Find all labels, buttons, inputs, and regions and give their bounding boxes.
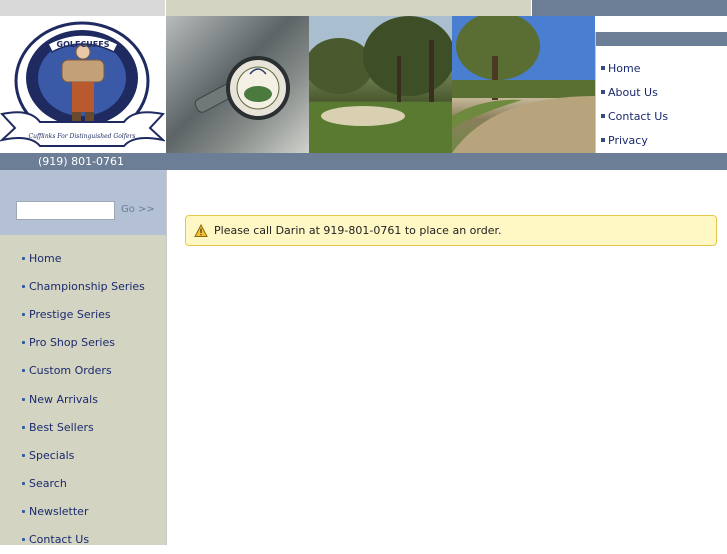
top-nav-item-home[interactable]: Home	[601, 56, 668, 80]
golf-course-photo-bunker	[305, 16, 455, 153]
bullet-square-icon	[601, 114, 605, 118]
golf-course-photo-fairway	[452, 12, 595, 153]
bullet-square-icon	[601, 66, 605, 70]
top-bar-segment-middle	[166, 0, 531, 16]
bullet-dot-icon	[22, 510, 25, 514]
sidebar-item-contact-us[interactable]: Contact Us	[22, 526, 145, 554]
logo-tagline: Cufflinks For Distinguished Golfers	[29, 133, 136, 140]
top-nav-label: Home	[608, 61, 641, 75]
sidebar-item-new-arrivals[interactable]: New Arrivals	[22, 385, 145, 413]
header-banner: GOLFCUFFS Cufflinks For Distinguished Go…	[0, 12, 727, 169]
order-notice: Please call Darin at 919-801-0761 to pla…	[185, 215, 717, 246]
top-color-bar	[0, 0, 727, 16]
sidebar-item-custom-orders[interactable]: Custom Orders	[22, 357, 145, 385]
sidebar-item-label: Newsletter	[29, 505, 89, 519]
logo-wordmark: GOLFCUFFS	[57, 40, 110, 49]
bullet-dot-icon	[22, 397, 25, 401]
search-box: Go >>	[0, 170, 166, 235]
sidebar-item-pro-shop-series[interactable]: Pro Shop Series	[22, 329, 145, 357]
bullet-dot-icon	[22, 341, 25, 345]
sidebar-item-home[interactable]: Home	[22, 244, 145, 272]
sidebar-item-label: Pro Shop Series	[29, 336, 115, 350]
sidebar-item-label: Specials	[29, 448, 75, 462]
search-input[interactable]	[16, 201, 115, 220]
top-navigation: Home About Us Contact Us Privacy	[595, 32, 727, 169]
sidebar-item-newsletter[interactable]: Newsletter	[22, 498, 145, 526]
sidebar-item-championship-series[interactable]: Championship Series	[22, 272, 145, 300]
sidebar-item-label: Championship Series	[29, 279, 145, 293]
sidebar-divider	[166, 170, 167, 545]
top-nav-label: Privacy	[608, 133, 648, 147]
notice-message: Please call Darin at 919-801-0761 to pla…	[214, 224, 502, 237]
phone-number: (919) 801-0761	[38, 155, 125, 168]
bullet-dot-icon	[22, 538, 25, 542]
bullet-dot-icon	[22, 284, 25, 288]
top-nav-label: About Us	[608, 85, 658, 99]
bullet-dot-icon	[22, 312, 25, 316]
top-nav-item-privacy[interactable]: Privacy	[601, 128, 668, 152]
sidebar: Go >> Home Championship Series Prestige …	[0, 170, 166, 546]
bullet-square-icon	[601, 90, 605, 94]
bullet-dot-icon	[22, 453, 25, 457]
golfcuffs-logo[interactable]: GOLFCUFFS Cufflinks For Distinguished Go…	[0, 16, 167, 153]
logo-graphic: GOLFCUFFS Cufflinks For Distinguished Go…	[0, 21, 167, 147]
sidebar-item-prestige-series[interactable]: Prestige Series	[22, 300, 145, 328]
sidebar-item-label: Best Sellers	[29, 420, 94, 434]
top-nav-item-contact-us[interactable]: Contact Us	[601, 104, 668, 128]
warning-icon	[194, 223, 208, 237]
sidebar-item-best-sellers[interactable]: Best Sellers	[22, 413, 145, 441]
sidebar-item-label: New Arrivals	[29, 392, 98, 406]
cufflink-photo	[166, 16, 309, 153]
top-nav-label: Contact Us	[608, 109, 669, 123]
sidebar-item-label: Home	[29, 251, 62, 265]
top-bar-segment-left	[0, 0, 165, 16]
top-nav-strip	[596, 32, 727, 46]
bullet-dot-icon	[22, 425, 25, 429]
top-nav-item-about-us[interactable]: About Us	[601, 80, 668, 104]
bullet-dot-icon	[22, 256, 25, 260]
sidebar-item-specials[interactable]: Specials	[22, 441, 145, 469]
bullet-square-icon	[601, 138, 605, 142]
sidebar-item-label: Prestige Series	[29, 307, 111, 321]
phone-bar: (919) 801-0761	[0, 153, 727, 170]
sidebar-item-search[interactable]: Search	[22, 470, 145, 498]
top-bar-segment-right	[532, 0, 727, 16]
search-go-button[interactable]: Go >>	[121, 204, 155, 215]
sidebar-item-label: Custom Orders	[29, 364, 112, 378]
bullet-dot-icon	[22, 482, 25, 486]
sidebar-menu: Home Championship Series Prestige Series…	[22, 244, 145, 554]
bullet-dot-icon	[22, 369, 25, 373]
sidebar-item-label: Search	[29, 477, 67, 491]
